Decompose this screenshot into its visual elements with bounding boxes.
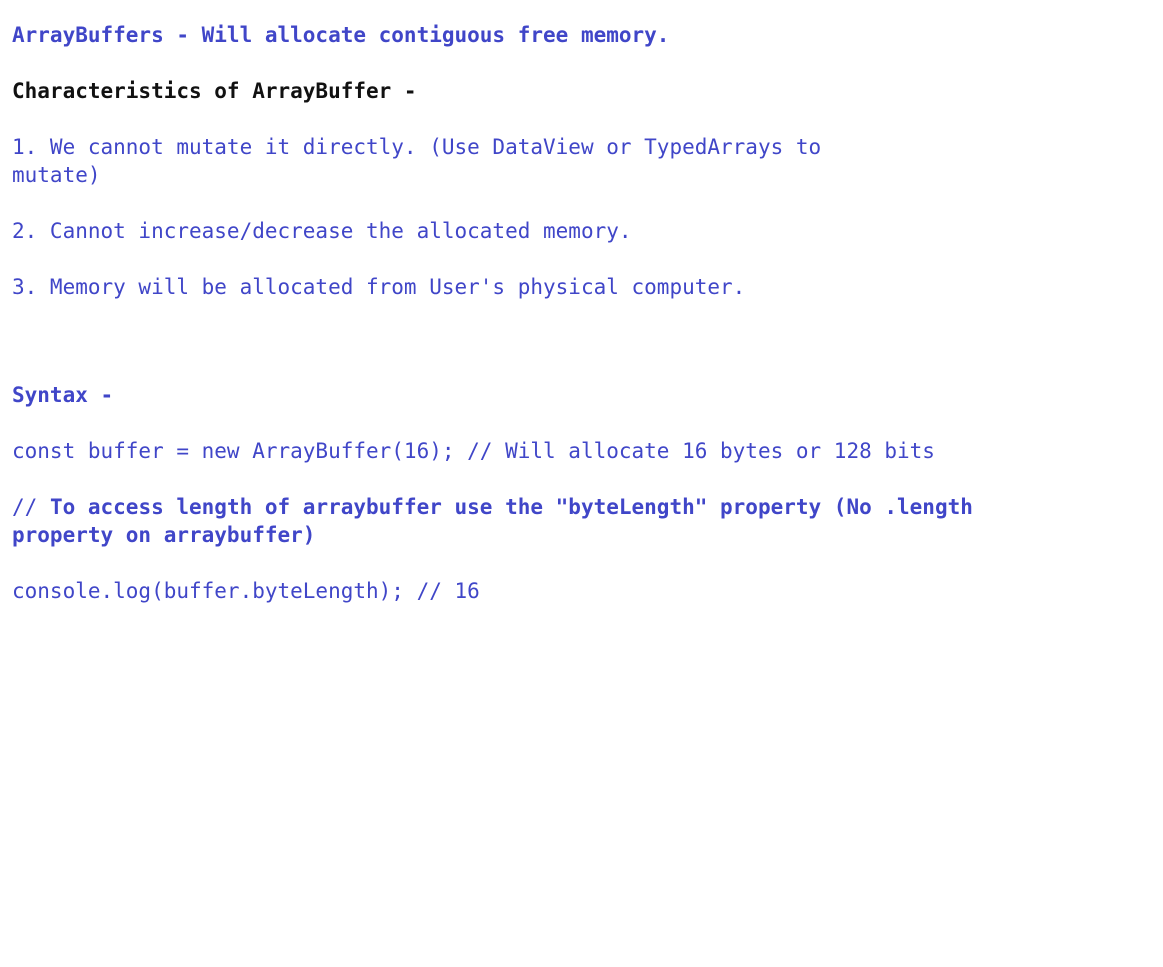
- code-line-console: console.log(buffer.byteLength); // 16: [12, 579, 480, 603]
- comment-prefix: //: [12, 495, 50, 519]
- code-comment: // To access length of arraybuffer use t…: [12, 493, 1012, 549]
- page-title: ArrayBuffers - Will allocate contiguous …: [12, 23, 670, 47]
- comment-text: To access length of arraybuffer use the …: [12, 495, 973, 547]
- point-1: 1. We cannot mutate it directly. (Use Da…: [12, 135, 822, 187]
- characteristics-heading: Characteristics of ArrayBuffer -: [12, 79, 417, 103]
- document-body: ArrayBuffers - Will allocate contiguous …: [12, 21, 1142, 605]
- syntax-heading: Syntax -: [12, 383, 114, 407]
- point-3: 3. Memory will be allocated from User's …: [12, 275, 746, 299]
- point-2: 2. Cannot increase/decrease the allocate…: [12, 219, 632, 243]
- code-line-buffer: const buffer = new ArrayBuffer(16); // W…: [12, 439, 935, 463]
